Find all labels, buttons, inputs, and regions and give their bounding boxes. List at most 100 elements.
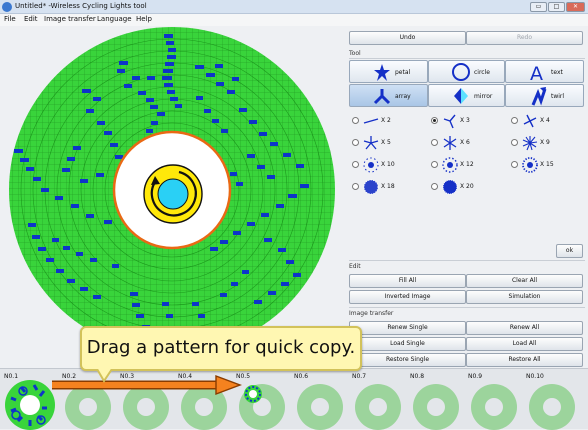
callout-pointer bbox=[96, 369, 113, 383]
slot-7-label: N0.7 bbox=[352, 373, 367, 380]
twirl-tool-button[interactable]: twirl bbox=[505, 84, 584, 107]
array-x12-icon bbox=[442, 157, 458, 173]
mirror-tool-button[interactable]: mirror bbox=[428, 84, 505, 107]
twirl-label: twirl bbox=[551, 93, 565, 100]
array-x5-icon bbox=[363, 136, 379, 150]
slot-10-thumbnail[interactable] bbox=[525, 380, 579, 430]
array-option-x4[interactable]: X 4 bbox=[508, 112, 588, 130]
pattern-canvas[interactable] bbox=[0, 26, 345, 368]
mirror-icon bbox=[454, 88, 468, 104]
slot-6-label: N0.6 bbox=[294, 373, 309, 380]
array-option-x18[interactable]: X 18 bbox=[349, 178, 429, 196]
radio-x15[interactable] bbox=[511, 161, 518, 168]
radio-x12[interactable] bbox=[431, 161, 438, 168]
array-option-x15[interactable]: X 15 bbox=[508, 156, 588, 174]
array-option-x10[interactable]: X 10 bbox=[349, 156, 429, 174]
array-x10-icon bbox=[363, 157, 379, 173]
drag-arrow bbox=[52, 374, 242, 396]
maximize-button[interactable]: □ bbox=[548, 2, 565, 12]
slot-1-label: N0.1 bbox=[4, 373, 19, 380]
array-option-x9[interactable]: X 9 bbox=[508, 134, 588, 152]
edit-section-label: Edit bbox=[349, 263, 361, 270]
slot-6[interactable]: N0.6 bbox=[290, 369, 348, 430]
simulation-button[interactable]: Simulation bbox=[466, 290, 583, 304]
slot-9-label: N0.9 bbox=[468, 373, 483, 380]
array-option-x2[interactable]: X 2 bbox=[349, 112, 429, 130]
option-x20-label: X 20 bbox=[460, 183, 474, 190]
close-button[interactable]: ✕ bbox=[566, 2, 585, 12]
radio-x18[interactable] bbox=[352, 183, 359, 190]
redo-button[interactable]: Redo bbox=[466, 31, 583, 45]
divider bbox=[349, 307, 585, 308]
slot-10[interactable]: N0.10 bbox=[522, 369, 580, 430]
slot-6-thumbnail[interactable] bbox=[293, 380, 347, 430]
minimize-button[interactable]: ▭ bbox=[530, 2, 547, 12]
inverted-image-button[interactable]: Inverted Image bbox=[349, 290, 466, 304]
restore-single-button[interactable]: Restore Single bbox=[349, 353, 466, 367]
text-icon: A bbox=[530, 63, 543, 82]
menu-file[interactable]: File bbox=[4, 15, 16, 23]
petal-label: petal bbox=[395, 69, 411, 76]
ok-button[interactable]: ok bbox=[556, 244, 583, 258]
slot-8[interactable]: N0.8 bbox=[406, 369, 464, 430]
option-x5-label: X 5 bbox=[381, 139, 391, 146]
menu-image-transfer[interactable]: Image transfer bbox=[44, 15, 96, 23]
svg-text:A: A bbox=[530, 63, 543, 82]
radio-x10[interactable] bbox=[352, 161, 359, 168]
option-x2-label: X 2 bbox=[381, 117, 391, 124]
wheel-pattern[interactable] bbox=[0, 26, 345, 368]
array-x15-icon bbox=[522, 157, 538, 173]
array-label: array bbox=[395, 93, 411, 100]
menu-edit[interactable]: Edit bbox=[24, 15, 38, 23]
tool-panel: Undo Redo Tool petal circle A text array… bbox=[346, 26, 588, 368]
array-option-x12[interactable]: X 12 bbox=[428, 156, 508, 174]
slot-8-thumbnail[interactable] bbox=[409, 380, 463, 430]
radio-x3[interactable] bbox=[431, 117, 438, 124]
load-all-button[interactable]: Load All bbox=[466, 337, 583, 351]
text-tool-button[interactable]: A text bbox=[505, 60, 584, 83]
renew-single-button[interactable]: Renew Single bbox=[349, 321, 466, 335]
radio-x5[interactable] bbox=[352, 139, 359, 146]
circle-icon bbox=[452, 63, 470, 81]
slot-1-thumbnail[interactable] bbox=[3, 380, 57, 430]
array-x9-icon bbox=[522, 136, 538, 151]
array-option-x3[interactable]: X 3 bbox=[428, 112, 508, 130]
divider bbox=[349, 260, 585, 261]
menu-bar: File Edit Image transfer Language Help bbox=[0, 14, 588, 26]
slot-7[interactable]: N0.7 bbox=[348, 369, 406, 430]
menu-language[interactable]: Language bbox=[97, 15, 132, 23]
clear-all-button[interactable]: Clear All bbox=[466, 274, 583, 288]
radio-x9[interactable] bbox=[511, 139, 518, 146]
text-label: text bbox=[551, 69, 563, 76]
undo-button[interactable]: Undo bbox=[349, 31, 466, 45]
option-x9-label: X 9 bbox=[540, 139, 550, 146]
restore-all-button[interactable]: Restore All bbox=[466, 353, 583, 367]
option-x4-label: X 4 bbox=[540, 117, 550, 124]
slot-9[interactable]: N0.9 bbox=[464, 369, 522, 430]
array-icon bbox=[373, 89, 391, 105]
array-x2-icon bbox=[363, 118, 379, 124]
petal-tool-button[interactable]: petal bbox=[349, 60, 428, 83]
load-single-button[interactable]: Load Single bbox=[349, 337, 466, 351]
petal-icon bbox=[374, 64, 390, 81]
array-x20-icon bbox=[442, 179, 458, 195]
slot-9-thumbnail[interactable] bbox=[467, 380, 521, 430]
tool-section-label: Tool bbox=[349, 50, 361, 57]
radio-x6[interactable] bbox=[431, 139, 438, 146]
menu-help[interactable]: Help bbox=[136, 15, 152, 23]
renew-all-button[interactable]: Renew All bbox=[466, 321, 583, 335]
divider bbox=[349, 58, 585, 59]
array-x18-icon bbox=[363, 179, 379, 195]
array-option-x20[interactable]: X 20 bbox=[428, 178, 508, 196]
radio-x2[interactable] bbox=[352, 117, 359, 124]
array-option-x6[interactable]: X 6 bbox=[428, 134, 508, 152]
array-option-x5[interactable]: X 5 bbox=[349, 134, 429, 152]
array-tool-button[interactable]: array bbox=[349, 84, 428, 107]
circle-tool-button[interactable]: circle bbox=[428, 60, 505, 83]
array-x4-icon bbox=[523, 114, 537, 128]
radio-x20[interactable] bbox=[431, 183, 438, 190]
fill-all-button[interactable]: Fill All bbox=[349, 274, 466, 288]
slot-7-thumbnail[interactable] bbox=[351, 380, 405, 430]
radio-x4[interactable] bbox=[511, 117, 518, 124]
mirror-label: mirror bbox=[474, 93, 493, 100]
